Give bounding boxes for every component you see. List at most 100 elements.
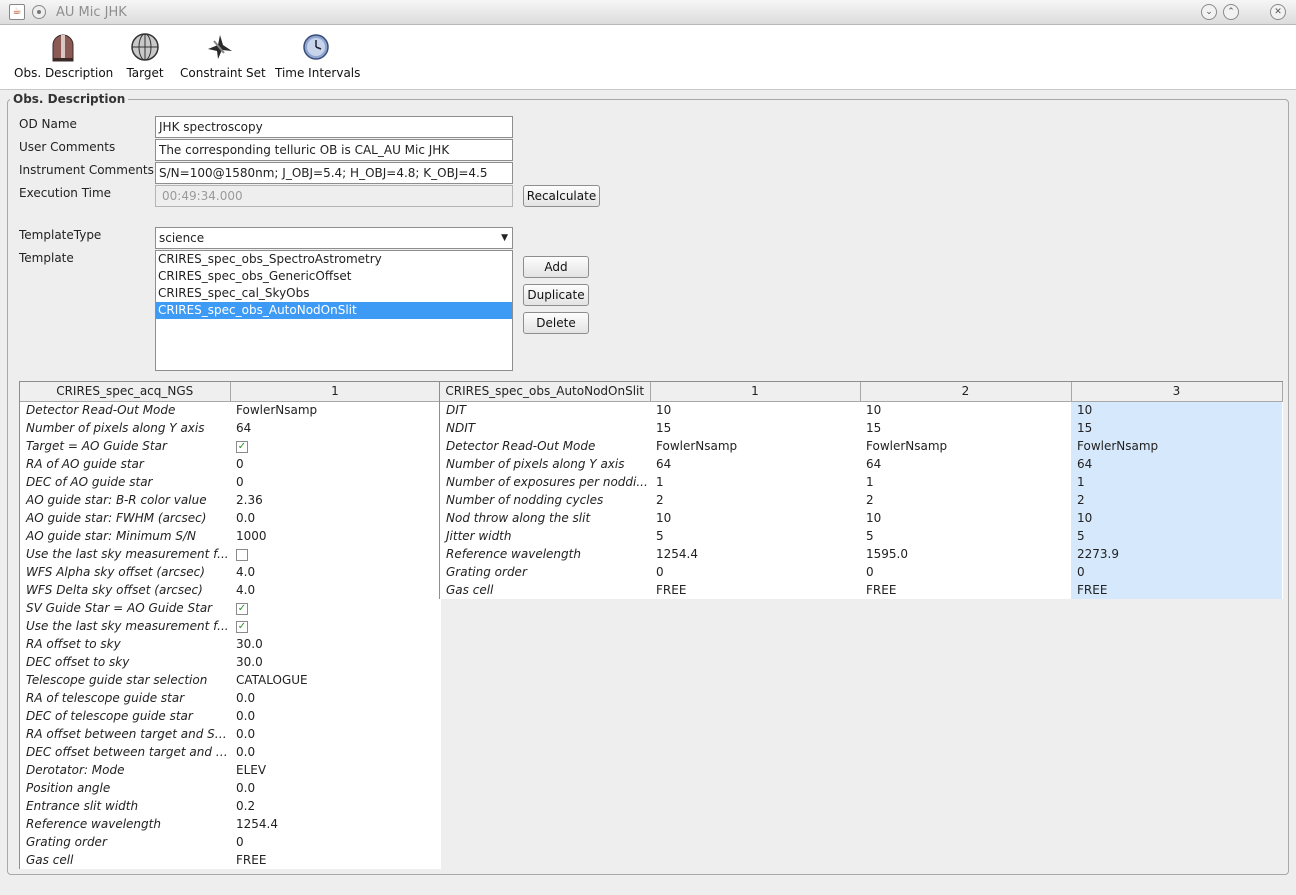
checkbox-checked[interactable]: ✓: [236, 602, 248, 615]
table-row[interactable]: Grating order 0 0 0: [440, 563, 1282, 581]
parameter-value[interactable]: 10: [1071, 401, 1282, 419]
parameter-value[interactable]: FowlerNsamp: [230, 401, 440, 419]
acq-header-cell[interactable]: CRIRES_spec_acq_NGS: [20, 382, 231, 402]
parameter-value-cell[interactable]: [230, 545, 440, 563]
parameter-value[interactable]: 1: [650, 473, 860, 491]
checkbox-checked[interactable]: ✓: [236, 440, 248, 453]
parameter-value[interactable]: 10: [650, 509, 860, 527]
template-type-select[interactable]: science ▼: [155, 227, 513, 249]
parameter-value[interactable]: 0.2: [230, 797, 440, 815]
table-row[interactable]: Entrance slit width 0.2: [20, 797, 440, 815]
parameter-value[interactable]: 5: [650, 527, 860, 545]
table-row[interactable]: Use the last sky measurement f...: [20, 545, 440, 563]
table-row[interactable]: DIT 10 10 10: [440, 401, 1282, 419]
parameter-value[interactable]: 5: [1071, 527, 1282, 545]
template-list-item[interactable]: CRIRES_spec_obs_GenericOffset: [156, 268, 512, 285]
parameter-value[interactable]: 64: [230, 419, 440, 437]
parameter-value[interactable]: 2273.9: [1071, 545, 1282, 563]
instrument-comments-field[interactable]: S/N=100@1580nm; J_OBJ=5.4; H_OBJ=4.8; K_…: [155, 162, 513, 184]
close-icon[interactable]: ✕: [1270, 4, 1286, 20]
parameter-value[interactable]: 2: [650, 491, 860, 509]
parameter-value[interactable]: 15: [1071, 419, 1282, 437]
parameter-value-cell[interactable]: ✓: [230, 617, 440, 635]
parameter-value[interactable]: 0.0: [230, 707, 440, 725]
table-row[interactable]: Reference wavelength 1254.4 1595.0 2273.9: [440, 545, 1282, 563]
maximize-icon[interactable]: ⌃: [1223, 4, 1239, 20]
parameter-value[interactable]: 30.0: [230, 653, 440, 671]
toolbar-obs-description-button[interactable]: Obs. Description: [14, 31, 113, 80]
duplicate-button[interactable]: Duplicate: [523, 284, 589, 306]
table-row[interactable]: AO guide star: FWHM (arcsec) 0.0: [20, 509, 440, 527]
parameter-value[interactable]: 0: [650, 563, 860, 581]
checkbox-checked[interactable]: ✓: [236, 620, 248, 633]
table-row[interactable]: RA offset between target and SV... 0.0: [20, 725, 440, 743]
table-row[interactable]: RA of AO guide star 0: [20, 455, 440, 473]
parameter-value[interactable]: 10: [1071, 509, 1282, 527]
parameter-value[interactable]: FREE: [230, 851, 440, 869]
table-row[interactable]: DEC offset between target and S... 0.0: [20, 743, 440, 761]
parameter-value[interactable]: 64: [1071, 455, 1282, 473]
table-row[interactable]: Number of pixels along Y axis 64 64 64: [440, 455, 1282, 473]
parameter-value[interactable]: 4.0: [230, 581, 440, 599]
parameter-value[interactable]: 1254.4: [230, 815, 440, 833]
parameter-value[interactable]: 5: [860, 527, 1071, 545]
parameter-value[interactable]: FowlerNsamp: [650, 437, 860, 455]
table-row[interactable]: Gas cell FREE: [20, 851, 440, 869]
template-list-item[interactable]: CRIRES_spec_obs_SpectroAstrometry: [156, 251, 512, 268]
parameter-value[interactable]: 1: [1071, 473, 1282, 491]
parameter-value[interactable]: 2: [1071, 491, 1282, 509]
checkbox-unchecked[interactable]: [236, 548, 248, 561]
user-comments-field[interactable]: The corresponding telluric OB is CAL_AU …: [155, 139, 513, 161]
parameter-value[interactable]: 64: [650, 455, 860, 473]
table-row[interactable]: AO guide star: Minimum S/N 1000: [20, 527, 440, 545]
parameter-value[interactable]: 10: [860, 401, 1071, 419]
table-row[interactable]: Number of nodding cycles 2 2 2: [440, 491, 1282, 509]
parameter-value[interactable]: 0: [230, 833, 440, 851]
parameter-value[interactable]: 10: [860, 509, 1071, 527]
table-row[interactable]: SV Guide Star = AO Guide Star ✓: [20, 599, 440, 617]
parameter-value[interactable]: FREE: [1071, 581, 1282, 599]
parameter-value[interactable]: 0: [860, 563, 1071, 581]
table-row[interactable]: Number of pixels along Y axis 64: [20, 419, 440, 437]
parameter-value[interactable]: 0.0: [230, 725, 440, 743]
table-row[interactable]: Reference wavelength 1254.4: [20, 815, 440, 833]
parameter-value[interactable]: 0.0: [230, 689, 440, 707]
parameter-value[interactable]: FREE: [650, 581, 860, 599]
delete-button[interactable]: Delete: [523, 312, 589, 334]
parameter-value[interactable]: 0.0: [230, 779, 440, 797]
table-row[interactable]: Derotator: Mode ELEV: [20, 761, 440, 779]
parameter-value[interactable]: FowlerNsamp: [1071, 437, 1282, 455]
od-name-field[interactable]: JHK spectroscopy: [155, 116, 513, 138]
parameter-value[interactable]: CATALOGUE: [230, 671, 440, 689]
parameter-value[interactable]: 0: [230, 455, 440, 473]
parameter-value[interactable]: 0: [1071, 563, 1282, 581]
parameter-value[interactable]: 0: [230, 473, 440, 491]
table-row[interactable]: NDIT 15 15 15: [440, 419, 1282, 437]
acq-header-cell[interactable]: 1: [230, 382, 441, 402]
table-row[interactable]: Number of exposures per noddi... 1 1 1: [440, 473, 1282, 491]
parameter-value[interactable]: 4.0: [230, 563, 440, 581]
table-row[interactable]: WFS Delta sky offset (arcsec) 4.0: [20, 581, 440, 599]
parameter-value[interactable]: 1000: [230, 527, 440, 545]
table-row[interactable]: WFS Alpha sky offset (arcsec) 4.0: [20, 563, 440, 581]
parameter-value-cell[interactable]: ✓: [230, 437, 440, 455]
minimize-icon[interactable]: ⌄: [1201, 4, 1217, 20]
parameter-value[interactable]: 1: [860, 473, 1071, 491]
template-list-item[interactable]: CRIRES_spec_cal_SkyObs: [156, 285, 512, 302]
obs-header-cell[interactable]: CRIRES_spec_obs_AutoNodOnSlit: [440, 382, 651, 402]
parameter-value[interactable]: 10: [650, 401, 860, 419]
parameter-value[interactable]: 1254.4: [650, 545, 860, 563]
parameter-value[interactable]: FowlerNsamp: [860, 437, 1071, 455]
parameter-value[interactable]: 30.0: [230, 635, 440, 653]
recalculate-button[interactable]: Recalculate: [523, 185, 600, 207]
table-row[interactable]: RA offset to sky 30.0: [20, 635, 440, 653]
table-row[interactable]: DEC of AO guide star 0: [20, 473, 440, 491]
table-row[interactable]: Detector Read-Out Mode FowlerNsamp: [20, 401, 440, 419]
obs-header-cell[interactable]: 3: [1071, 382, 1283, 402]
table-row[interactable]: Jitter width 5 5 5: [440, 527, 1282, 545]
parameter-value[interactable]: 15: [650, 419, 860, 437]
window-menu-icon[interactable]: [32, 5, 46, 19]
add-button[interactable]: Add: [523, 256, 589, 278]
parameter-value[interactable]: 64: [860, 455, 1071, 473]
toolbar-target-button[interactable]: Target: [124, 31, 166, 80]
